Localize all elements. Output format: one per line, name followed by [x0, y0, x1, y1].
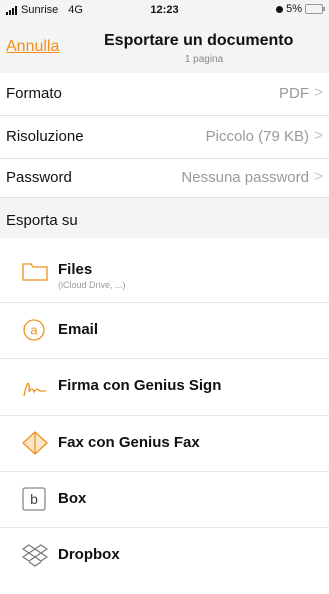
diamond-icon [22, 431, 48, 455]
destination-genius-fax[interactable]: Fax con Genius Fax [0, 416, 329, 472]
destination-label: Email [58, 321, 99, 338]
chevron-right-icon: > [314, 127, 323, 144]
svg-text:a: a [30, 323, 38, 338]
destination-files[interactable]: Files (iCloud Drive, ...) [0, 239, 329, 303]
svg-text:b: b [30, 491, 38, 507]
export-section-header: Esporta su [0, 198, 329, 238]
destination-label: Firma con Genius Sign [58, 377, 222, 394]
folder-icon [22, 261, 48, 285]
battery-icon [305, 4, 325, 14]
status-bar: Sunrise 4G 12:23 5% [0, 0, 329, 22]
section-title: Esporta su [6, 212, 78, 229]
format-value: PDF [279, 85, 309, 102]
chevron-right-icon: > [314, 84, 323, 101]
battery-percent: 5% [286, 3, 302, 15]
password-label: Password [6, 169, 72, 186]
page-title: Esportare un documento [104, 32, 294, 49]
page-subtitle: 1 pagina [184, 54, 224, 65]
destination-label: Dropbox [58, 546, 120, 563]
resolution-row[interactable]: Risoluzione Piccolo (79 KB) > [0, 116, 329, 159]
format-label: Formato [6, 85, 62, 102]
destination-sublabel: (iCloud Drive, ...) [58, 280, 126, 290]
destination-dropbox[interactable]: Dropbox [0, 528, 329, 583]
chevron-right-icon: > [314, 168, 323, 185]
dropbox-icon [21, 543, 49, 567]
signature-icon [22, 376, 48, 400]
format-row[interactable]: Formato PDF > [0, 73, 329, 116]
destination-box[interactable]: b Box [0, 472, 329, 528]
top-bar: Sunrise 4G 12:23 5% Annulla Esportare un… [0, 0, 329, 73]
box-icon: b [22, 487, 48, 511]
password-value: Nessuna password [181, 169, 309, 186]
destination-label: Fax con Genius Fax [58, 434, 200, 451]
navigation-bar: Annulla Esportare un documento 1 pagina [0, 22, 329, 73]
destination-genius-sign[interactable]: Firma con Genius Sign [0, 359, 329, 416]
at-sign-icon: a [22, 318, 48, 342]
battery-group: 5% [276, 3, 325, 15]
destination-email[interactable]: a Email [0, 303, 329, 359]
resolution-value: Piccolo (79 KB) [205, 128, 309, 145]
cancel-button[interactable]: Annulla [6, 38, 59, 56]
resolution-label: Risoluzione [6, 128, 84, 145]
password-row[interactable]: Password Nessuna password > [0, 159, 329, 198]
alarm-icon [276, 5, 284, 13]
destination-label: Box [58, 490, 87, 507]
destination-label: Files [58, 261, 93, 278]
